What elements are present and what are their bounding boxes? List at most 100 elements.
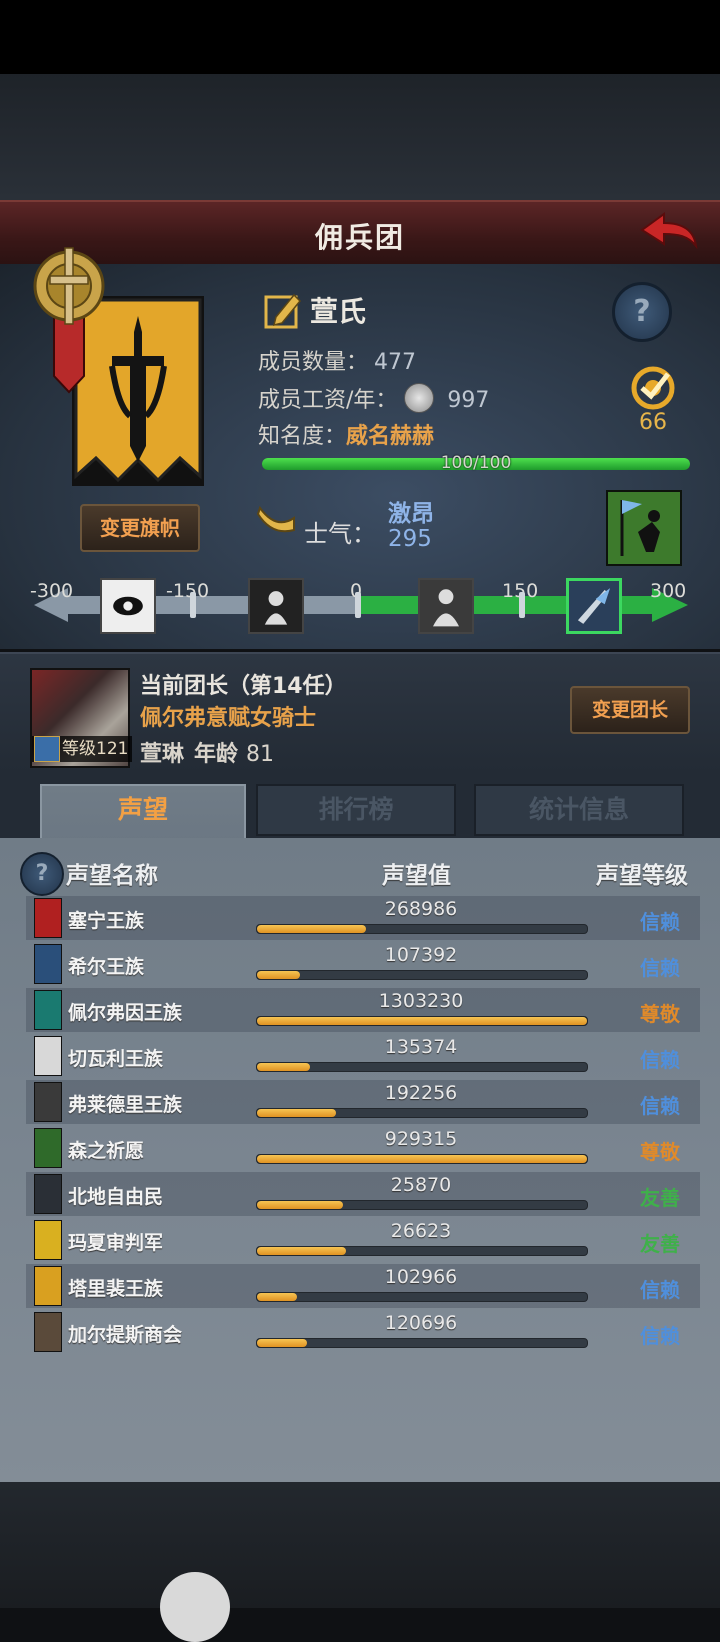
tick-mark (519, 592, 525, 618)
mood-despair-icon[interactable] (100, 578, 156, 634)
faction-crest-icon (34, 1036, 62, 1076)
silver-coin-icon (404, 383, 435, 413)
reputation-bar (256, 1292, 588, 1302)
faction-value: 107392 (384, 944, 458, 966)
top-background (0, 74, 720, 200)
header-value: 声望值 (382, 863, 451, 889)
faction-name: 弗莱德里王族 (68, 1094, 183, 1116)
faction-crest-icon (34, 898, 62, 938)
faction-value: 26623 (390, 1220, 452, 1242)
faction-name: 玛夏审判军 (68, 1232, 164, 1254)
tick-mark (355, 592, 361, 618)
faction-crest-icon (34, 1174, 62, 1214)
achievement-target-icon[interactable] (624, 362, 682, 410)
reputation-bar-fill (257, 1017, 587, 1025)
reputation-row[interactable]: 玛夏审判军 26623 友善 (26, 1218, 700, 1262)
faction-name: 森之祈愿 (68, 1140, 145, 1162)
faction-level: 信赖 (640, 1278, 680, 1302)
faction-crest-icon (34, 944, 62, 984)
reputation-bar-fill (257, 925, 366, 933)
reputation-bar-fill (257, 971, 300, 979)
mood-steady-icon[interactable] (418, 578, 474, 634)
reputation-row[interactable]: 北地自由民 25870 友善 (26, 1172, 700, 1216)
faction-level: 信赖 (640, 1094, 680, 1118)
faction-crest-icon (34, 1082, 62, 1122)
reputation-bar (256, 1338, 588, 1348)
reputation-row[interactable]: 塔里裴王族 102966 信赖 (26, 1264, 700, 1308)
faction-crest-icon (34, 1266, 62, 1306)
faction-name: 加尔提斯商会 (68, 1324, 183, 1346)
members-stat: 成员数量： 477 (258, 344, 416, 376)
faction-level: 尊敬 (640, 1140, 680, 1164)
help-icon[interactable]: ? (612, 282, 672, 342)
wage-value: 997 (447, 388, 490, 413)
reputation-bar-fill (257, 1339, 307, 1347)
faction-name: 切瓦利王族 (68, 1048, 164, 1070)
reputation-bar (256, 1108, 588, 1118)
reputation-row[interactable]: 塞宁王族 268986 信赖 (26, 896, 700, 940)
reputation-row[interactable]: 加尔提斯商会 120696 信赖 (26, 1310, 700, 1354)
wage-stat: 成员工资/年： 997 (258, 382, 489, 414)
reputation-help-icon[interactable]: ? (20, 852, 64, 896)
faction-name: 北地自由民 (68, 1186, 164, 1208)
morale-label: 士气： (304, 520, 376, 548)
faction-name: 塞宁王族 (68, 910, 145, 932)
faction-name: 佩尔弗因王族 (68, 1002, 183, 1024)
reputation-row[interactable]: 佩尔弗因王族 1303230 尊敬 (26, 988, 700, 1032)
reputation-bar-fill (257, 1063, 310, 1071)
reputation-bar-fill (257, 1247, 347, 1255)
mood-low-icon[interactable] (248, 578, 304, 634)
back-arrow-icon[interactable] (638, 212, 698, 252)
company-emblem-icon (33, 247, 105, 394)
reputation-row[interactable]: 希尔王族 107392 信赖 (26, 942, 700, 986)
reputation-row[interactable]: 切瓦利王族 135374 信赖 (26, 1034, 700, 1078)
reputation-bar (256, 1154, 588, 1164)
company-name: 萱氏 (310, 295, 367, 328)
tick-label: 300 (650, 580, 687, 602)
reputation-bar (256, 1246, 588, 1256)
tab-statistics[interactable]: 统计信息 (474, 784, 684, 836)
faction-value: 929315 (384, 1128, 458, 1150)
reputation-row[interactable]: 森之祈愿 929315 尊敬 (26, 1126, 700, 1170)
change-flag-button[interactable]: 变更旗帜 (80, 504, 200, 552)
tab-ranking[interactable]: 排行榜 (256, 784, 456, 836)
leader-name: 萱琳 (140, 742, 185, 767)
members-value: 477 (374, 350, 417, 375)
reputation-bar-fill (257, 1109, 337, 1117)
home-button[interactable] (160, 1572, 230, 1642)
bottom-area (0, 1482, 720, 1608)
leader-title: 当前团长（第14任） (140, 674, 347, 699)
faction-crest-icon (34, 1128, 62, 1168)
mood-high-icon[interactable] (566, 578, 622, 634)
age-label: 年龄 (194, 742, 239, 767)
reputation-bar-fill (257, 1293, 297, 1301)
charge-flag-icon[interactable] (606, 490, 682, 566)
leader-info: 萱琳 年龄 81 (140, 736, 274, 768)
company-name-row: 萱氏 (264, 290, 366, 330)
faction-level: 友善 (640, 1232, 680, 1256)
fame-value: 威名赫赫 (346, 424, 435, 449)
faction-value: 135374 (384, 1036, 458, 1058)
tick-mark (190, 592, 196, 618)
faction-value: 268986 (384, 898, 458, 920)
fame-stat: 知名度：威名赫赫 (258, 418, 434, 450)
faction-level: 信赖 (640, 1048, 680, 1072)
fame-progress-text: 100/100 (440, 453, 512, 473)
age-value: 81 (246, 742, 275, 767)
faction-crest-icon (34, 1312, 62, 1352)
reputation-bar (256, 1016, 588, 1026)
horn-icon (256, 505, 295, 533)
faction-value: 1303230 (378, 990, 464, 1012)
faction-name: 塔里裴王族 (68, 1278, 164, 1300)
faction-level: 信赖 (640, 910, 680, 934)
edit-name-icon[interactable] (264, 291, 302, 329)
members-label: 成员数量： (258, 350, 369, 375)
sword-class-icon (34, 736, 60, 762)
tick-label: -300 (30, 580, 74, 602)
reputation-row[interactable]: 弗莱德里王族 192256 信赖 (26, 1080, 700, 1124)
status-bar-area (0, 0, 720, 74)
change-leader-button[interactable]: 变更团长 (570, 686, 690, 734)
target-value: 66 (639, 410, 667, 435)
tab-reputation[interactable]: 声望 (40, 784, 246, 842)
faction-name: 希尔王族 (68, 956, 145, 978)
